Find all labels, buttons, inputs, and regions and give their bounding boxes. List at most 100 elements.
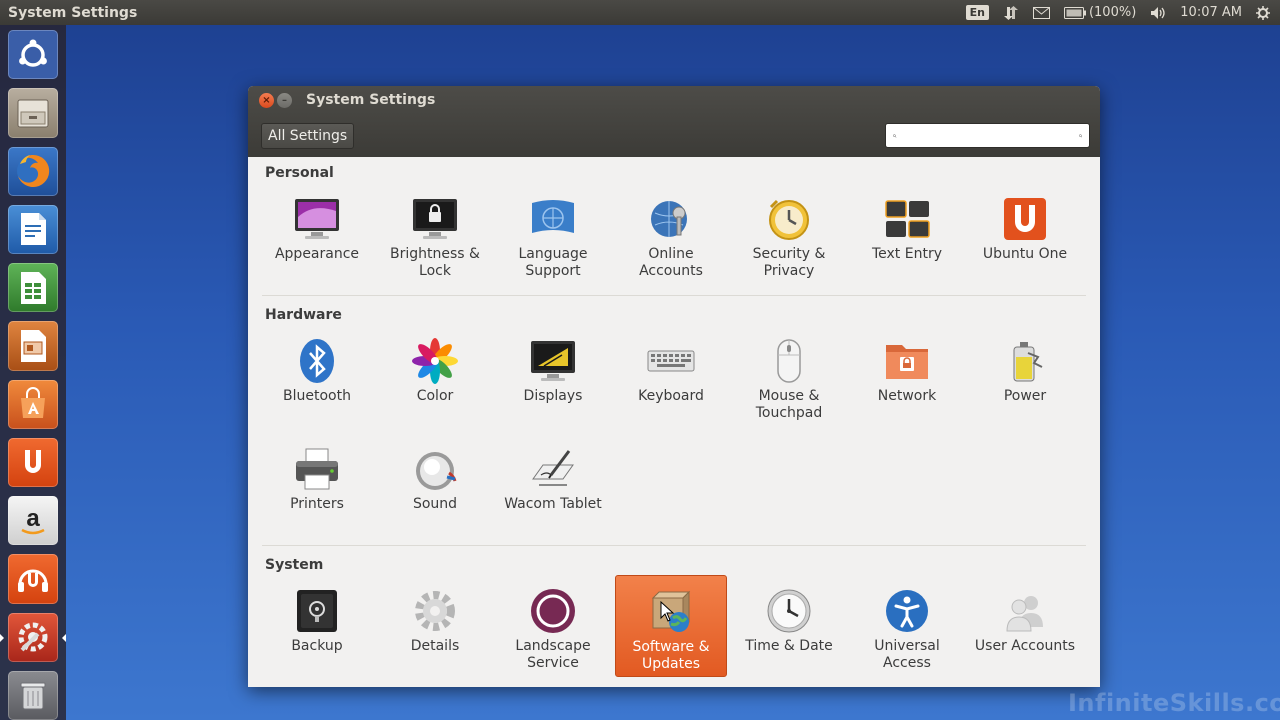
item-universal-access[interactable]: Universal Access: [851, 582, 963, 684]
color-flower-icon: [412, 338, 458, 384]
writer-document-icon: [21, 213, 46, 246]
details-gear-icon: [415, 591, 455, 631]
item-user-accounts[interactable]: User Accounts: [969, 582, 1081, 684]
item-keyboard[interactable]: Keyboard: [615, 332, 727, 434]
item-label: Displays: [523, 388, 583, 404]
launcher-writer[interactable]: [8, 204, 58, 254]
system-settings-window: × – System Settings All Settings Persona…: [248, 86, 1100, 687]
item-software-updates[interactable]: Software & Updates: [615, 575, 727, 677]
online-accounts-globe-key-icon: [651, 201, 687, 237]
search-input[interactable]: [902, 128, 1073, 143]
launcher-firefox[interactable]: [8, 146, 58, 196]
session-gear-icon[interactable]: [1256, 5, 1270, 20]
search-icon: [893, 133, 897, 138]
software-updates-box-icon: [651, 590, 691, 632]
item-label: Network: [877, 388, 937, 404]
battery-icon: [1063, 6, 1086, 19]
item-displays[interactable]: Displays: [497, 332, 609, 434]
brightness-lock-icon: [413, 199, 457, 239]
item-power[interactable]: Power: [969, 332, 1081, 434]
window-controls: × –: [259, 93, 292, 108]
file-cabinet-icon: [17, 99, 49, 128]
item-network[interactable]: Network: [851, 332, 963, 434]
top-panel: System Settings En (100%) 10:07 AM: [0, 0, 1280, 25]
clock-icon: [767, 589, 811, 633]
search-box[interactable]: [885, 123, 1090, 148]
volume-icon[interactable]: [1150, 6, 1166, 20]
indicator-tray: En (100%) 10:07 AM: [965, 5, 1280, 20]
launcher-calc[interactable]: [8, 263, 58, 313]
item-label: Landscape Service: [515, 638, 591, 671]
item-backup[interactable]: Backup: [261, 582, 373, 684]
minimize-button[interactable]: –: [277, 93, 292, 108]
section-divider: [262, 545, 1086, 546]
item-details[interactable]: Details: [379, 582, 491, 684]
launcher-system-settings[interactable]: [0, 612, 66, 662]
watermark: InfiniteSkills.com: [1068, 689, 1280, 717]
clock[interactable]: 10:07 AM: [1180, 5, 1242, 20]
users-icon: [1006, 596, 1043, 632]
item-label: Online Accounts: [639, 246, 703, 279]
backup-safe-icon: [297, 590, 337, 632]
network-folder-icon: [886, 345, 928, 379]
keyboard-layout-indicator[interactable]: En: [965, 5, 989, 20]
search-clear-icon[interactable]: [1078, 129, 1083, 143]
keyboard-icon: [647, 350, 695, 372]
item-wacom-tablet[interactable]: Wacom Tablet: [497, 440, 609, 542]
network-icon[interactable]: [1003, 5, 1019, 20]
panel-app-title: System Settings: [8, 4, 138, 21]
launcher-dash-home[interactable]: [8, 30, 58, 80]
item-printers[interactable]: Printers: [261, 440, 373, 542]
item-online-accounts[interactable]: Online Accounts: [615, 190, 727, 292]
item-label: Keyboard: [638, 388, 704, 404]
item-time-date[interactable]: Time & Date: [733, 582, 845, 684]
text-entry-keys-icon: [885, 200, 930, 238]
launcher-impress[interactable]: [8, 321, 58, 371]
item-label: Mouse & Touchpad: [755, 388, 823, 421]
item-text-entry[interactable]: Text Entry: [851, 190, 963, 292]
launcher-trash[interactable]: [8, 670, 58, 720]
item-mouse-touchpad[interactable]: Mouse & Touchpad: [733, 332, 845, 434]
item-bluetooth[interactable]: Bluetooth: [261, 332, 373, 434]
item-label: Software & Updates: [632, 639, 710, 672]
item-landscape-service[interactable]: Landscape Service: [497, 582, 609, 684]
all-settings-button[interactable]: All Settings: [261, 123, 355, 149]
close-button[interactable]: ×: [259, 93, 274, 108]
mouse-icon: [777, 339, 801, 383]
power-battery-icon: [1013, 342, 1043, 382]
battery-percentage: (100%): [1088, 5, 1137, 20]
item-label: Appearance: [274, 246, 360, 262]
window-title: System Settings: [306, 92, 436, 108]
item-label: Security & Privacy: [752, 246, 826, 279]
launcher-ubuntu-one[interactable]: [8, 437, 58, 487]
displays-monitor-icon: [531, 341, 575, 381]
item-color[interactable]: Color: [379, 332, 491, 434]
ubuntu-one-icon: [1004, 198, 1046, 240]
settings-content: Personal Appearance Brightness & Lock La…: [248, 157, 1100, 687]
trash-icon: [20, 682, 46, 710]
item-sound[interactable]: Sound: [379, 440, 491, 542]
item-brightness-lock[interactable]: Brightness & Lock: [379, 190, 491, 292]
launcher-amazon[interactable]: a: [8, 496, 58, 546]
item-label: Text Entry: [871, 246, 942, 262]
mail-icon[interactable]: [1032, 6, 1050, 19]
item-appearance[interactable]: Appearance: [261, 190, 373, 292]
launcher-ubuntu-one-music[interactable]: [8, 554, 58, 604]
section-divider: [262, 295, 1086, 296]
amazon-icon: a: [21, 505, 45, 534]
launcher-files[interactable]: [8, 88, 58, 138]
battery-indicator[interactable]: (100%): [1063, 5, 1137, 20]
ubuntu-logo-icon: [19, 39, 47, 67]
bluetooth-icon: [300, 339, 334, 383]
section-title-system: System: [265, 557, 324, 573]
item-language-support[interactable]: Language Support: [497, 190, 609, 292]
item-label: Brightness & Lock: [390, 246, 480, 279]
item-label: User Accounts: [974, 638, 1076, 654]
impress-presentation-icon: [21, 329, 46, 362]
firefox-icon: [17, 155, 50, 188]
item-ubuntu-one[interactable]: Ubuntu One: [969, 190, 1081, 292]
launcher-software-center[interactable]: [8, 379, 58, 429]
item-security-privacy[interactable]: Security & Privacy: [733, 190, 845, 292]
item-label: Color: [416, 388, 454, 404]
accessibility-icon: [886, 590, 928, 632]
